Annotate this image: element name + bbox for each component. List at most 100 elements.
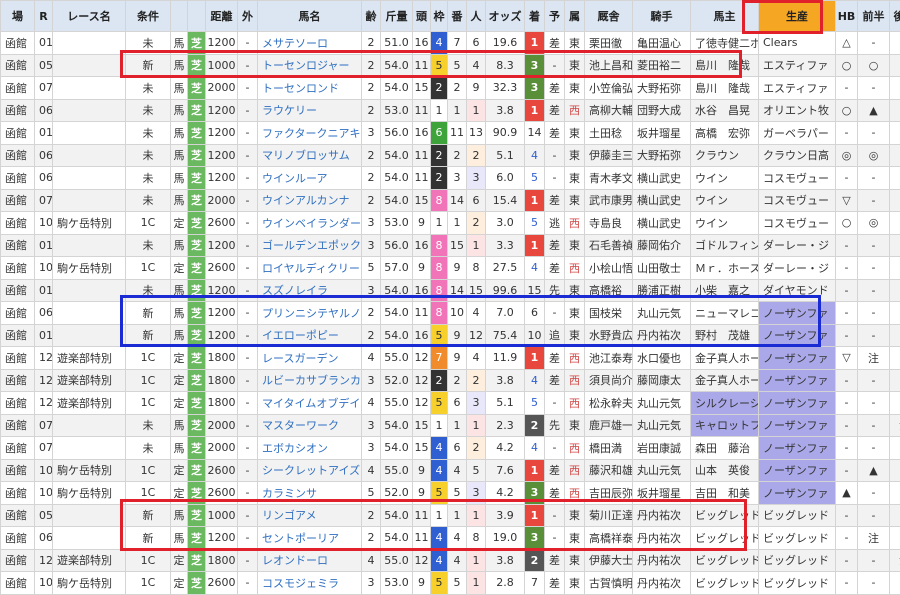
cell-finish: 5 [525,167,545,190]
col-header-stable[interactable]: 厩舎 [585,1,633,32]
cell-horse-name[interactable]: トーセンロジャー [258,54,362,77]
cell-horse-name[interactable]: マイタイムオブデイ [258,392,362,415]
col-header-cond-type[interactable] [171,1,188,32]
col-header-breeder[interactable]: 生産 [759,1,836,32]
col-header-race-num[interactable]: R [35,1,53,32]
cell-horse-name[interactable]: ロイヤルディクリー [258,257,362,280]
table-row[interactable]: 函館12遊楽部特別1C定芝1800-マイタイムオブデイ455.0125635.1… [1,392,900,415]
cell-surface: 芝 [188,257,206,280]
table-row[interactable]: 函館06未馬芝1200-ウインルーア254.0112336.05-東青木孝文横山… [1,167,900,190]
col-header-prediction[interactable]: 予 [545,1,565,32]
cell-second-half: - [890,369,900,392]
col-header-weight[interactable]: 斤量 [381,1,413,32]
col-header-gate[interactable]: 枠 [431,1,448,32]
table-row[interactable]: 函館10駒ケ岳特別1C定芝2600-カラミンサ552.095534.23差西吉田… [1,482,900,505]
table-row[interactable]: 函館07未馬芝2000-エボカシオン354.0154624.24-西橋田満岩田康… [1,437,900,460]
cell-second-half: - [890,504,900,527]
col-header-owner[interactable]: 馬主 [691,1,759,32]
cell-horse-name[interactable]: ウインルーア [258,167,362,190]
cell-horse-name[interactable]: コスモジェミラ [258,572,362,595]
table-row[interactable]: 函館07未馬芝2000-トーセンロンド254.01522932.33差東小笠倫弘… [1,77,900,100]
cell-breeder: オリエント牧 [759,99,836,122]
col-header-odds[interactable]: オッズ [486,1,525,32]
table-row[interactable]: 函館01未馬芝1200-メサテソーロ251.01647619.61差東栗田徹亀田… [1,32,900,55]
col-header-age[interactable]: 齢 [362,1,381,32]
col-header-field-size[interactable]: 頭 [413,1,431,32]
table-row[interactable]: 函館07未馬芝2000-マスターワーク354.0151112.32先東鹿戸雄一丸… [1,414,900,437]
table-row[interactable]: 函館01未馬芝1200-ゴールデンエポック356.01681513.31差東石毛… [1,234,900,257]
cell-odds: 90.9 [486,122,525,145]
cell-horse-name[interactable]: レオンドーロ [258,549,362,572]
col-header-condition[interactable]: 条件 [126,1,171,32]
cell-horse-name[interactable]: プリンニシテヤルノ [258,302,362,325]
cell-horse-name[interactable]: リンゴアメ [258,504,362,527]
table-row[interactable]: 函館06新馬芝1200-セントポーリア254.01144819.03-東高橋祥泰… [1,527,900,550]
table-row[interactable]: 函館05新馬芝1000-トーセンロジャー254.0115548.33-東池上昌和… [1,54,900,77]
cell-weight: 55.0 [381,347,413,370]
col-header-outer[interactable]: 外 [238,1,258,32]
col-header-first-half[interactable]: 前半 [858,1,890,32]
col-header-surface[interactable] [188,1,206,32]
col-header-hb[interactable]: HB [836,1,858,32]
cell-horse-name[interactable]: ルビーカサブランカ [258,369,362,392]
cell-horse-name[interactable]: ゴールデンエポック [258,234,362,257]
table-row[interactable]: 函館12遊楽部特別1C定芝1800-レースガーデン455.01279411.91… [1,347,900,370]
col-header-distance[interactable]: 距離 [206,1,238,32]
cell-horse-name[interactable]: セントポーリア [258,527,362,550]
col-header-finish[interactable]: 着 [525,1,545,32]
table-row[interactable]: 函館06未馬芝1200-ラウケリー253.0111113.81差西高柳大輔団野大… [1,99,900,122]
col-header-jockey[interactable]: 騎手 [633,1,691,32]
table-row[interactable]: 函館06未馬芝1200-マリノブロッサム254.0112225.14-東伊藤圭三… [1,144,900,167]
table-row[interactable]: 函館07未馬芝2000-ウインアルカンナ254.015814615.41差東武市… [1,189,900,212]
cell-distance: 2600 [206,212,238,235]
table-row[interactable]: 函館05新馬芝1000-リンゴアメ254.0111113.91-東菊川正達丹内祐… [1,504,900,527]
cell-surface: 芝 [188,279,206,302]
cell-stable: 鹿戸雄一 [585,414,633,437]
col-header-affiliation[interactable]: 属 [565,1,585,32]
cell-horse-name[interactable]: ウインベイランダー [258,212,362,235]
cell-weight: 54.0 [381,77,413,100]
cell-horse-name[interactable]: シークレットアイズ [258,459,362,482]
cell-hb: ▽ [836,347,858,370]
col-header-race-name[interactable]: レース名 [53,1,126,32]
cell-popularity: 3 [467,482,486,505]
cell-jockey: 坂井瑠星 [633,122,691,145]
cell-horse-name[interactable]: ラウケリー [258,99,362,122]
cell-first-half: - [858,234,890,257]
cell-horse-name[interactable]: マスターワーク [258,414,362,437]
table-row[interactable]: 函館12遊楽部特別1C定芝1800-レオンドーロ455.0124413.82差東… [1,549,900,572]
cell-horse-name[interactable]: ウインアルカンナ [258,189,362,212]
cell-age: 3 [362,234,381,257]
cell-horse-name[interactable]: レースガーデン [258,347,362,370]
cell-horse-name[interactable]: トーセンロンド [258,77,362,100]
cell-prediction: 差 [545,32,565,55]
col-header-horse-num[interactable]: 番 [448,1,467,32]
table-row[interactable]: 函館10駒ケ岳特別1C定芝2600-ロイヤルディクリー557.0989827.5… [1,257,900,280]
cell-horse-name[interactable]: スズノレイラ [258,279,362,302]
cell-cond-type: 馬 [171,77,188,100]
cell-horse-name[interactable]: ファクタークニアキ [258,122,362,145]
cell-horse-name[interactable]: マリノブロッサム [258,144,362,167]
cell-age: 4 [362,549,381,572]
table-row[interactable]: 函館01未馬芝1200-ファクタークニアキ356.0166111390.914差… [1,122,900,145]
table-row[interactable]: 函館01未馬芝1200-スズノレイラ354.0168141599.615先東高橋… [1,279,900,302]
cell-condition: 未 [126,167,171,190]
cell-first-half: - [858,437,890,460]
table-row[interactable]: 函館01新馬芝1200-イエローポピー254.016591275.410追東水野… [1,324,900,347]
cell-horse-name[interactable]: カラミンサ [258,482,362,505]
cell-distance: 1800 [206,549,238,572]
table-row[interactable]: 函館10駒ケ岳特別1C定芝2600-シークレットアイズ455.094457.61… [1,459,900,482]
table-row[interactable]: 函館10駒ケ岳特別1C定芝2600-コスモジェミラ353.095512.87差東… [1,572,900,595]
col-header-horse-name[interactable]: 馬名 [258,1,362,32]
cell-horse-name[interactable]: エボカシオン [258,437,362,460]
table-row[interactable]: 函館12遊楽部特別1C定芝1800-ルビーカサブランカ352.0122223.8… [1,369,900,392]
cell-field-size: 11 [413,527,431,550]
cell-finish: 3 [525,527,545,550]
table-row[interactable]: 函館06新馬芝1200-プリンニシテヤルノ254.01181047.06-東国枝… [1,302,900,325]
cell-horse-name[interactable]: メサテソーロ [258,32,362,55]
cell-horse-name[interactable]: イエローポピー [258,324,362,347]
col-header-second-half[interactable]: 後半 [890,1,900,32]
table-row[interactable]: 函館10駒ケ岳特別1C定芝2600-ウインベイランダー353.091123.05… [1,212,900,235]
col-header-venue[interactable]: 場 [1,1,35,32]
col-header-popularity[interactable]: 人 [467,1,486,32]
